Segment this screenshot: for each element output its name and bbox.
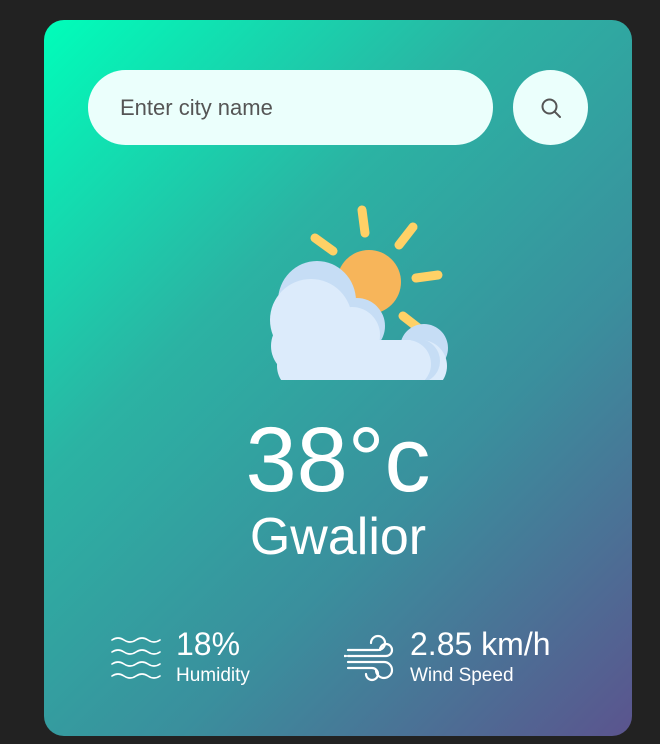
search-icon: [541, 98, 561, 118]
wind-label: Wind Speed: [410, 665, 514, 686]
humidity-detail: 18% Humidity: [110, 622, 330, 692]
city-search-input[interactable]: [88, 70, 493, 145]
wind-icon: [344, 634, 394, 682]
humidity-label: Humidity: [176, 665, 250, 686]
humidity-waves-icon: [111, 637, 161, 679]
temperature: 38°c: [245, 409, 431, 511]
wind-value: 2.85 km/h: [410, 626, 551, 662]
search-bar: [88, 70, 588, 145]
partly-cloudy-icon: [270, 205, 448, 380]
search-button[interactable]: [513, 70, 588, 145]
city-name: Gwalior: [249, 508, 427, 566]
wind-detail: 2.85 km/h Wind Speed: [344, 622, 594, 692]
humidity-value: 18%: [176, 626, 241, 662]
weather-card: 38°c Gwalior 18% Humidity 2.85 km/h Wind…: [44, 20, 632, 736]
